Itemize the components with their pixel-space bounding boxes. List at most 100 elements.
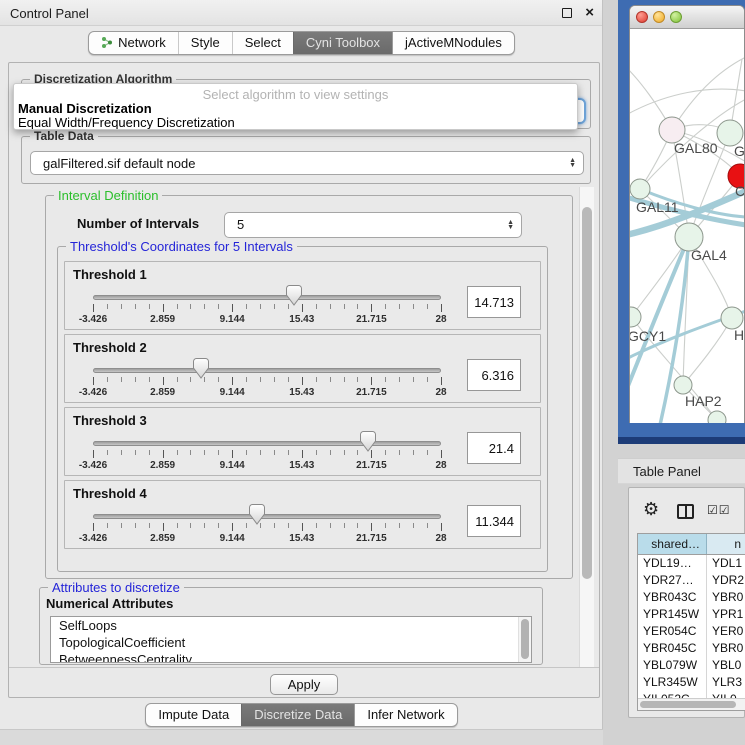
attribute-list-scrollbar[interactable]	[518, 617, 531, 662]
cell-name[interactable]: YPR1	[707, 606, 745, 623]
cell-name[interactable]: YBL0	[707, 657, 745, 674]
cell-shared-name[interactable]: YPR145W	[638, 606, 707, 623]
tick-mark	[330, 377, 331, 382]
tick-label: 15.43	[289, 533, 314, 544]
dropdown-placeholder: Select algorithm to view settings	[14, 87, 577, 102]
scrollbar-thumb[interactable]	[640, 701, 736, 708]
cell-shared-name[interactable]: YBR045C	[638, 640, 707, 657]
columns-icon[interactable]	[677, 504, 694, 519]
dropdown-option-manual-discretization[interactable]: Manual Discretization	[18, 101, 152, 116]
table-data-combobox[interactable]: galFiltered.sif default node ▲▼	[30, 151, 584, 175]
tick-mark	[218, 304, 219, 309]
tick-mark	[344, 523, 345, 528]
tick-label: 15.43	[289, 387, 314, 398]
table-row[interactable]: YDL19…YDL1	[638, 555, 745, 572]
cell-name[interactable]: YDL1	[707, 555, 745, 572]
dropdown-option-equal-width-frequency[interactable]: Equal Width/Frequency Discretization	[18, 115, 235, 130]
cell-shared-name[interactable]: YDR27…	[638, 572, 707, 589]
slider-thumb[interactable]	[286, 285, 302, 306]
apply-button[interactable]: Apply	[270, 674, 338, 695]
cell-name[interactable]: YLR3	[707, 674, 745, 691]
threshold-value-input[interactable]	[467, 286, 521, 318]
tick-mark	[371, 304, 372, 312]
tick-mark	[441, 304, 442, 312]
network-node-gal11[interactable]	[630, 179, 650, 199]
cell-name[interactable]: YDR2	[707, 572, 745, 589]
threshold-value-input[interactable]	[467, 432, 521, 464]
cell-shared-name[interactable]: YDL19…	[638, 555, 707, 572]
tab-jactivemnodules[interactable]: jActiveMNodules	[392, 32, 514, 54]
cell-name[interactable]: YBR0	[707, 640, 745, 657]
threshold-value-input[interactable]	[467, 359, 521, 391]
close-traffic-light-icon[interactable]	[636, 11, 648, 23]
scrollbar-thumb[interactable]	[582, 207, 592, 579]
network-window: GAL80GACGAL11GAL4GCY1HHAP2	[629, 5, 745, 423]
slider-track[interactable]	[93, 295, 441, 300]
tab-cyni-toolbox[interactable]: Cyni Toolbox	[293, 32, 392, 54]
number-of-intervals-combobox[interactable]: 5 ▲▼	[224, 212, 522, 238]
tab-select[interactable]: Select	[232, 32, 293, 54]
tab-label: Cyni Toolbox	[306, 35, 380, 50]
cell-name[interactable]: YER0	[707, 623, 745, 640]
attribute-item-topologicalcoefficient[interactable]: TopologicalCoefficient	[51, 634, 531, 651]
network-node-h[interactable]	[721, 307, 743, 329]
cell-name[interactable]: YBR0	[707, 589, 745, 606]
table-row[interactable]: YPR145WYPR1	[638, 606, 745, 623]
tab-style[interactable]: Style	[178, 32, 232, 54]
tick-mark	[274, 377, 275, 382]
table-row[interactable]: YBR045CYBR0	[638, 640, 745, 657]
tick-mark	[246, 523, 247, 528]
threshold-panel-4: Threshold 4-3.4262.8599.14415.4321.71528	[64, 480, 541, 549]
slider-track[interactable]	[93, 368, 441, 373]
network-node-gcy1[interactable]	[630, 307, 641, 327]
gear-icon[interactable]: ⚙	[643, 499, 659, 520]
threshold-rows: Threshold 1-3.4262.8599.14415.4321.71528…	[58, 247, 547, 549]
close-icon[interactable]: ×	[585, 4, 594, 21]
minimize-traffic-light-icon[interactable]	[653, 11, 665, 23]
select-columns-checkboxes-icon[interactable]: ☑☑	[707, 503, 731, 517]
tab-network[interactable]: Network	[89, 32, 178, 54]
tab-label: Network	[118, 35, 166, 50]
tab-impute-data[interactable]: Impute Data	[146, 704, 241, 726]
table-row[interactable]: YBR043CYBR0	[638, 589, 745, 606]
cell-shared-name[interactable]: YLR345W	[638, 674, 707, 691]
tab-infer-network[interactable]: Infer Network	[354, 704, 456, 726]
tick-mark	[190, 304, 191, 309]
attribute-item-betweennesscentrality[interactable]: BetweennessCentrality	[51, 651, 531, 663]
attribute-item-selfloops[interactable]: SelfLoops	[51, 617, 531, 634]
slider-track[interactable]	[93, 441, 441, 446]
stepper-arrows-icon: ▲▼	[507, 220, 514, 230]
column-header-name[interactable]: n	[707, 534, 745, 554]
tab-discretize-data[interactable]: Discretize Data	[241, 704, 354, 726]
numerical-attributes-list[interactable]: SelfLoopsTopologicalCoefficientBetweenne…	[50, 616, 532, 663]
table-row[interactable]: YER054CYER0	[638, 623, 745, 640]
zoom-traffic-light-icon[interactable]	[670, 11, 682, 23]
table-row[interactable]: YBL079WYBL0	[638, 657, 745, 674]
slider-track[interactable]	[93, 514, 441, 519]
table-row[interactable]: YDR27…YDR2	[638, 572, 745, 589]
table-horizontal-scrollbar[interactable]	[638, 698, 745, 710]
network-canvas[interactable]: GAL80GACGAL11GAL4GCY1HHAP2	[630, 29, 744, 423]
slider-thumb[interactable]	[193, 358, 209, 379]
threshold-value-input[interactable]	[467, 505, 521, 537]
network-node-hap2[interactable]	[674, 376, 692, 394]
tick-mark	[302, 450, 303, 458]
tab-label: Infer Network	[367, 707, 444, 722]
slider-thumb[interactable]	[249, 504, 265, 525]
settings-vertical-scrollbar[interactable]	[579, 187, 594, 667]
table-row[interactable]: YLR345WYLR3	[638, 674, 745, 691]
tick-label: 2.859	[150, 387, 175, 398]
cell-shared-name[interactable]: YER054C	[638, 623, 707, 640]
tick-mark	[190, 523, 191, 528]
tick-mark	[371, 377, 372, 385]
node-label: GCY1	[630, 328, 666, 344]
tab-label: Impute Data	[158, 707, 229, 722]
tick-mark	[330, 523, 331, 528]
scrollbar-thumb[interactable]	[521, 619, 529, 659]
float-window-icon[interactable]	[562, 8, 572, 18]
cell-shared-name[interactable]: YBR043C	[638, 589, 707, 606]
threshold-coordinates-group: Threshold's Coordinates for 5 Intervals …	[57, 246, 548, 572]
slider-thumb[interactable]	[360, 431, 376, 452]
cell-shared-name[interactable]: YBL079W	[638, 657, 707, 674]
column-header-shared-name[interactable]: shared…	[638, 534, 707, 554]
